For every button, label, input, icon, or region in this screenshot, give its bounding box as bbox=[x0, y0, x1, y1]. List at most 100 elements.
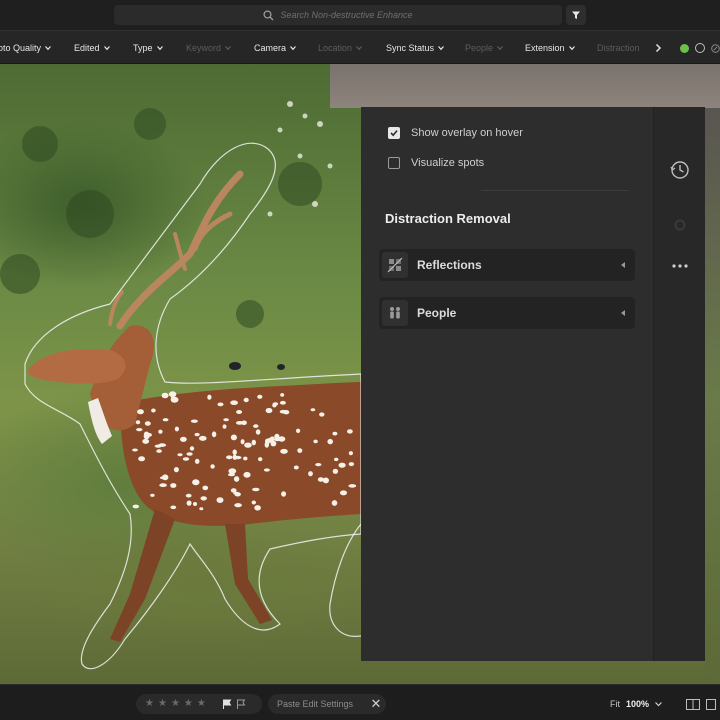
fit-label[interactable]: Fit bbox=[610, 699, 620, 709]
deer-spot bbox=[348, 462, 355, 467]
deer-spot bbox=[190, 419, 198, 423]
paste-edit-settings-button[interactable]: Paste Edit Settings ✕ bbox=[268, 694, 386, 714]
star-icon[interactable]: ★ bbox=[197, 699, 206, 709]
deer-spot bbox=[281, 491, 287, 497]
zoom-level[interactable]: 100% bbox=[626, 699, 649, 709]
deer-spot bbox=[174, 426, 179, 432]
rating-and-flags: ★ ★ ★ ★ ★ bbox=[136, 694, 262, 714]
deer-spot bbox=[136, 428, 143, 432]
deer-spot bbox=[217, 402, 224, 407]
deer-spot bbox=[308, 471, 313, 477]
expand-arrow-icon[interactable] bbox=[621, 310, 625, 316]
filter-bar: oto Quality Edited Type Keyword Camera L… bbox=[0, 30, 720, 64]
star-icon[interactable]: ★ bbox=[158, 699, 167, 709]
filter-photo-quality[interactable]: oto Quality bbox=[0, 31, 51, 65]
panel-toggle-icon[interactable] bbox=[706, 698, 717, 710]
bottom-toolbar: ★ ★ ★ ★ ★ Paste Edit Settings ✕ Fit 100% bbox=[0, 684, 720, 720]
filter-distraction[interactable]: Distraction bbox=[597, 31, 640, 65]
flag-pick-icon[interactable] bbox=[222, 699, 232, 710]
clear-filters-icon[interactable] bbox=[695, 43, 705, 53]
deer-spot bbox=[202, 485, 209, 491]
deer-spot bbox=[252, 487, 260, 492]
search-input[interactable]: Search Non-destructive Enhance bbox=[114, 5, 562, 25]
filter-keyword[interactable]: Keyword bbox=[186, 31, 231, 65]
deer-spot bbox=[142, 438, 150, 444]
filter-button[interactable] bbox=[566, 5, 586, 25]
compare-view-icon[interactable] bbox=[686, 698, 701, 710]
deer-spot bbox=[186, 452, 193, 456]
deer-spot bbox=[327, 438, 334, 445]
deer-spot bbox=[162, 474, 169, 481]
deer-spot bbox=[243, 471, 251, 478]
deer-spot bbox=[348, 484, 357, 488]
deer-spot bbox=[319, 412, 325, 417]
deer-spot bbox=[177, 453, 183, 457]
deer-spot bbox=[232, 454, 237, 460]
deer-spot bbox=[334, 457, 339, 462]
deer-spot bbox=[332, 431, 338, 436]
filter-extension[interactable]: Extension bbox=[525, 31, 575, 65]
deer-spot bbox=[132, 448, 138, 452]
visualize-spots-label: Visualize spots bbox=[411, 157, 485, 169]
deer-spot bbox=[200, 496, 207, 501]
status-active-icon[interactable] bbox=[680, 43, 689, 53]
zoom-controls[interactable]: Fit 100% bbox=[610, 694, 717, 714]
deer-spot bbox=[170, 505, 177, 510]
deer-spot bbox=[270, 436, 275, 440]
filterbar-controls bbox=[655, 31, 720, 65]
deer-spot bbox=[194, 432, 200, 437]
star-icon[interactable]: ★ bbox=[171, 699, 180, 709]
filter-people[interactable]: People bbox=[465, 31, 503, 65]
dismiss-icon[interactable] bbox=[711, 43, 720, 53]
deer-spot bbox=[254, 505, 261, 511]
settings-icon[interactable] bbox=[672, 217, 688, 233]
visualize-spots-option[interactable]: Visualize spots bbox=[388, 157, 484, 169]
history-icon[interactable] bbox=[669, 159, 691, 181]
visualize-spots-checkbox[interactable] bbox=[388, 157, 400, 169]
star-icon[interactable]: ★ bbox=[145, 699, 154, 709]
close-icon[interactable]: ✕ bbox=[366, 696, 386, 712]
filter-label: Camera bbox=[254, 43, 287, 53]
chevron-down-icon bbox=[356, 46, 362, 51]
chevron-right-icon[interactable] bbox=[655, 44, 662, 52]
deer-spot bbox=[210, 464, 215, 469]
deer-spot bbox=[348, 451, 353, 456]
people-label: People bbox=[417, 306, 457, 320]
deer-spot bbox=[194, 458, 200, 464]
deer-spot bbox=[322, 477, 329, 484]
deer-spot bbox=[150, 493, 155, 497]
deer-spot bbox=[315, 463, 322, 467]
people-card[interactable]: People bbox=[379, 297, 635, 329]
deer-spot bbox=[340, 490, 347, 496]
flag-reject-icon[interactable] bbox=[236, 699, 246, 710]
deer-spot bbox=[228, 473, 235, 477]
chevron-down-icon bbox=[45, 46, 51, 51]
deer-spot bbox=[232, 449, 237, 456]
filter-camera[interactable]: Camera bbox=[254, 31, 296, 65]
chevron-down-icon[interactable] bbox=[655, 701, 662, 707]
reflections-card[interactable]: Reflections bbox=[379, 249, 635, 281]
more-icon[interactable] bbox=[671, 263, 689, 269]
star-icon[interactable]: ★ bbox=[184, 699, 193, 709]
show-overlay-option[interactable]: Show overlay on hover bbox=[388, 127, 523, 139]
expand-arrow-icon[interactable] bbox=[621, 262, 625, 268]
filter-edited[interactable]: Edited bbox=[74, 31, 110, 65]
deer-spot bbox=[154, 444, 162, 448]
filter-location[interactable]: Location bbox=[318, 31, 362, 65]
deer-spot bbox=[138, 456, 146, 462]
deer-spot bbox=[280, 448, 288, 454]
filter-type[interactable]: Type bbox=[133, 31, 163, 65]
right-toolstrip bbox=[653, 107, 705, 661]
deer-spot bbox=[257, 394, 263, 399]
people-icon bbox=[382, 300, 408, 326]
filter-sync-status[interactable]: Sync Status bbox=[386, 31, 444, 65]
deer-spot bbox=[233, 476, 240, 482]
show-overlay-checkbox[interactable] bbox=[388, 127, 400, 139]
deer-spot bbox=[168, 391, 177, 398]
funnel-icon bbox=[572, 11, 580, 19]
deer-spot bbox=[279, 400, 286, 405]
deer-spot bbox=[151, 408, 156, 413]
deer-spot bbox=[338, 462, 346, 468]
chevron-down-icon bbox=[156, 46, 163, 51]
deer-spot bbox=[331, 500, 338, 506]
